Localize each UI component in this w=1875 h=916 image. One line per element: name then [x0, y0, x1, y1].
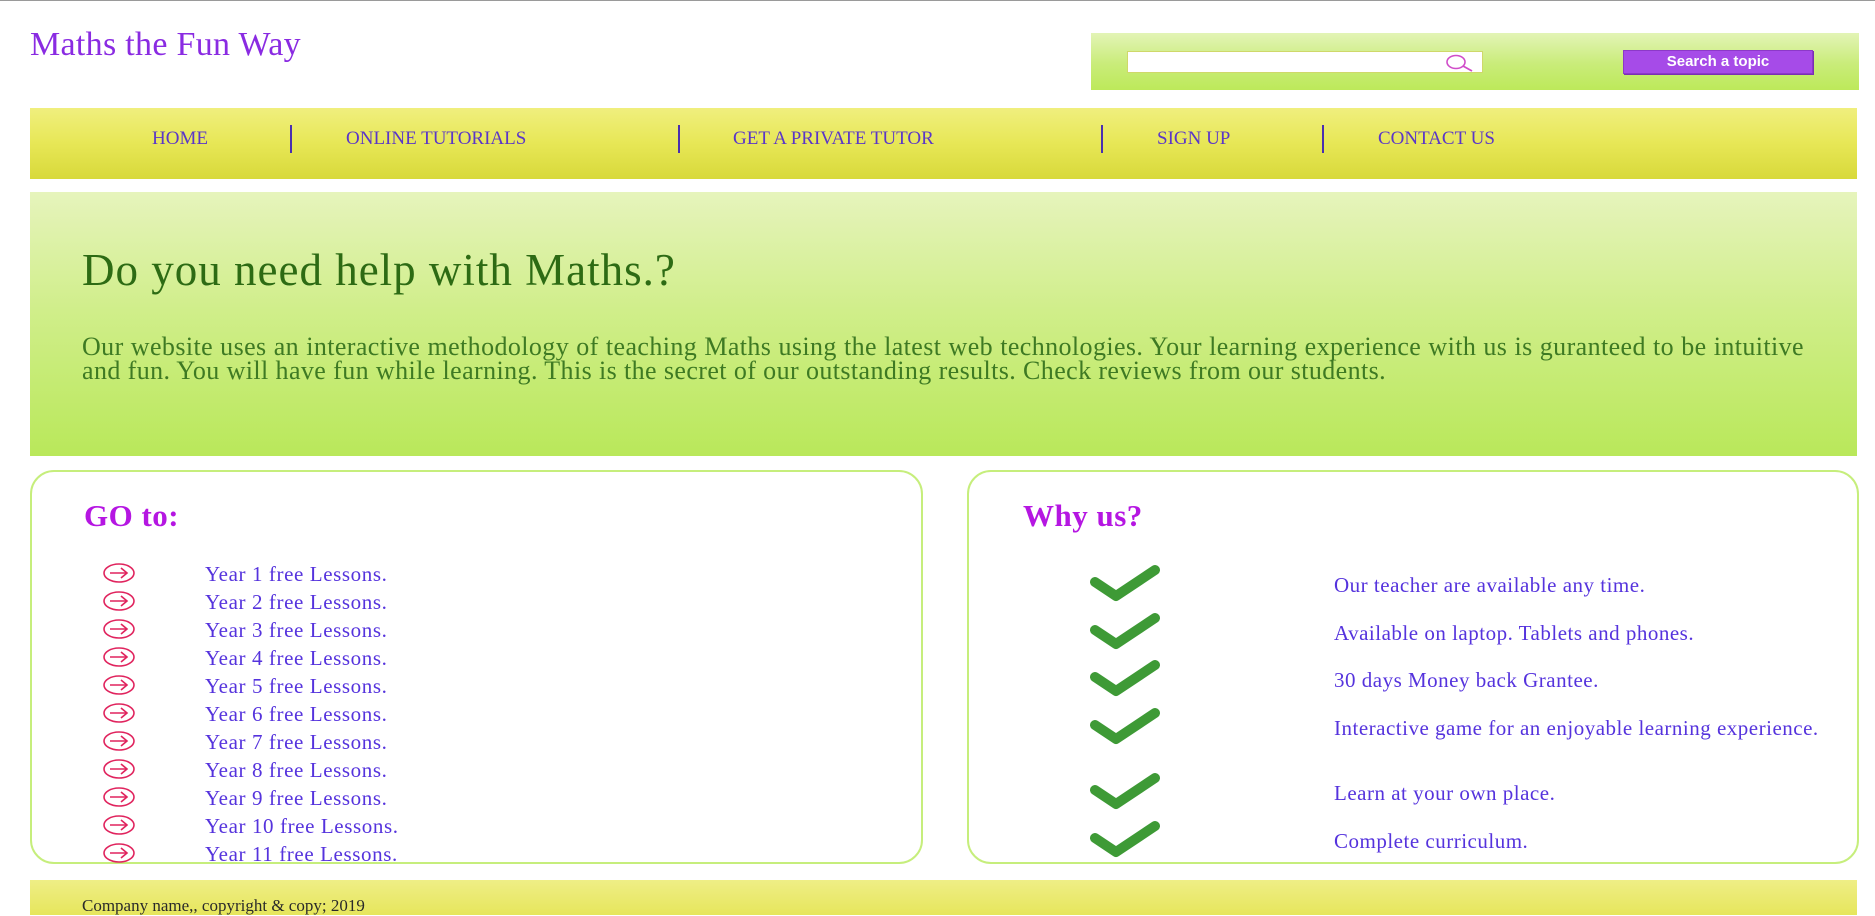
check-icon: [1090, 708, 1160, 744]
nav-sign-up[interactable]: SIGN UP: [1157, 108, 1230, 170]
goto-item-label[interactable]: Year 6 free Lessons.: [205, 702, 388, 727]
main-nav: HOME ONLINE TUTORIALS GET A PRIVATE TUTO…: [30, 108, 1857, 179]
search-panel: Search a topic: [1091, 33, 1859, 90]
check-icon: [1090, 773, 1160, 809]
top-border: [0, 0, 1875, 1]
arrow-right-circle-icon: [103, 647, 135, 667]
check-icon: [1090, 660, 1160, 696]
arrow-right-circle-icon: [103, 843, 135, 863]
nav-private-tutor[interactable]: GET A PRIVATE TUTOR: [733, 108, 934, 170]
footer: Company name,, copyright & copy; 2019: [30, 880, 1857, 915]
check-icon: [1090, 565, 1160, 601]
arrow-right-circle-icon: [103, 731, 135, 751]
goto-item-label[interactable]: Year 11 free Lessons.: [205, 842, 398, 867]
arrow-right-circle-icon: [103, 759, 135, 779]
goto-item-label[interactable]: Year 7 free Lessons.: [205, 730, 388, 755]
check-icon: [1090, 821, 1160, 857]
nav-separator: [290, 125, 292, 153]
arrow-right-circle-icon: [103, 815, 135, 835]
arrow-right-circle-icon: [103, 787, 135, 807]
goto-item-label[interactable]: Year 2 free Lessons.: [205, 590, 388, 615]
check-icon: [1090, 613, 1160, 649]
goto-item-label[interactable]: Year 8 free Lessons.: [205, 758, 388, 783]
why-us-heading: Why us?: [1023, 498, 1143, 533]
goto-item-label[interactable]: Year 5 free Lessons.: [205, 674, 388, 699]
nav-home[interactable]: HOME: [152, 108, 208, 170]
hero-heading: Do you need help with Maths.?: [82, 245, 676, 295]
arrow-right-circle-icon: [103, 619, 135, 639]
why-us-item-label: Learn at your own place.: [1334, 781, 1556, 805]
nav-online-tutorials[interactable]: ONLINE TUTORIALS: [346, 108, 526, 170]
arrow-right-circle-icon: [103, 703, 135, 723]
why-us-item-label: Interactive game for an enjoyable learni…: [1334, 716, 1819, 740]
search-icon[interactable]: [1442, 53, 1476, 73]
goto-item-label[interactable]: Year 1 free Lessons.: [205, 562, 388, 587]
nav-separator: [1322, 125, 1324, 153]
goto-item-label[interactable]: Year 10 free Lessons.: [205, 814, 399, 839]
goto-card: GO to: Year 1 free Lessons. Year 2 free L…: [30, 470, 923, 867]
search-button[interactable]: Search a topic: [1623, 50, 1813, 74]
goto-item-label[interactable]: Year 3 free Lessons.: [205, 618, 388, 643]
search-box: [1127, 51, 1483, 73]
why-us-item-label: Available on laptop. Tablets and phones.: [1334, 621, 1695, 645]
footer-text: Company name,, copyright & copy; 2019: [82, 896, 365, 915]
why-us-item-label: Complete curriculum.: [1334, 829, 1529, 853]
why-us-item-label: Our teacher are available any time.: [1334, 573, 1646, 597]
hero-banner: Do you need help with Maths.? Our websit…: [30, 192, 1857, 456]
goto-item-label[interactable]: Year 9 free Lessons.: [205, 786, 388, 811]
goto-item-label[interactable]: Year 4 free Lessons.: [205, 646, 388, 671]
nav-separator: [1101, 125, 1103, 153]
why-us-card: Why us? Our teacher are available any ti…: [967, 470, 1859, 864]
nav-contact-us[interactable]: CONTACT US: [1378, 108, 1495, 170]
nav-separator: [678, 125, 680, 153]
hero-text: Our website uses an interactive methodol…: [82, 332, 1804, 385]
arrow-right-circle-icon: [103, 591, 135, 611]
goto-heading: GO to:: [84, 498, 180, 533]
site-title[interactable]: Maths the Fun Way: [30, 26, 301, 64]
arrow-right-circle-icon: [103, 675, 135, 695]
why-us-item-label: 30 days Money back Grantee.: [1334, 668, 1599, 692]
arrow-right-circle-icon: [103, 563, 135, 583]
search-input[interactable]: [1128, 52, 1440, 72]
